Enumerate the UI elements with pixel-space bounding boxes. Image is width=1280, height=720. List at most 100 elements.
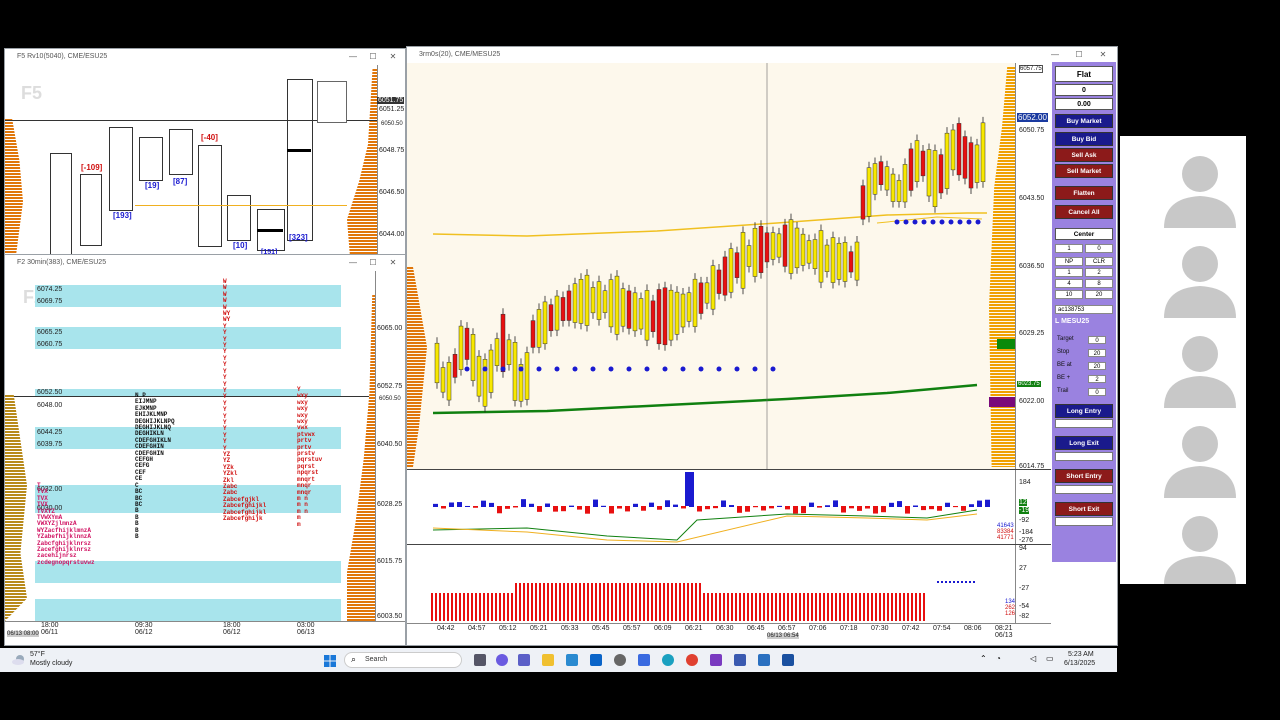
long-entry-dropdown[interactable] (1055, 419, 1113, 428)
volume-bar (771, 593, 773, 621)
volume-bar (807, 593, 809, 621)
qty-preset-button[interactable]: 4 (1055, 279, 1083, 288)
short-entry-dropdown[interactable] (1055, 485, 1113, 494)
account-select[interactable]: ac138753 (1055, 305, 1113, 314)
delta-bar (617, 506, 622, 509)
buy-bid-button[interactable]: Buy Bid (1055, 132, 1113, 146)
level-dot (975, 219, 981, 225)
participant-avatar-icon[interactable] (1156, 140, 1244, 228)
buy-market-button[interactable]: Buy Market (1055, 114, 1113, 128)
candle-body (938, 154, 944, 194)
settings-icon[interactable] (614, 654, 626, 666)
volume-bar (527, 583, 529, 621)
volume-bar (867, 593, 869, 621)
stop-input[interactable]: 20 (1088, 349, 1106, 357)
tpo-profile: N P EIJMNP EJKMNP EHIJKLMNP DEGHIJKLNPQ … (135, 392, 175, 540)
tray-volume-icon[interactable]: ◁ (1030, 654, 1036, 663)
level-dot (957, 219, 963, 225)
short-entry-button[interactable]: Short Entry (1055, 469, 1113, 483)
visual-studio-icon[interactable] (710, 654, 722, 666)
search-box[interactable]: ⌕ Search (344, 652, 462, 668)
file-explorer-icon[interactable] (542, 654, 554, 666)
maximize-button[interactable]: ☐ (365, 49, 381, 65)
tray-battery-icon[interactable]: ▭ (1046, 654, 1054, 663)
close-button[interactable]: ✕ (1095, 47, 1111, 63)
candle-body (626, 290, 632, 329)
close-button[interactable]: ✕ (385, 255, 401, 271)
task-view-icon[interactable] (474, 654, 486, 666)
window-f5-range-chart[interactable]: F5 Rv10(5040), CME/ESU25 — ☐ ✕ F5 [-109]… (4, 48, 406, 256)
participant-avatar-icon[interactable] (1156, 500, 1244, 584)
delta-bar (977, 500, 982, 507)
minimize-button[interactable]: — (345, 255, 361, 271)
delta-label: [323] (289, 233, 308, 242)
qty-preset-button[interactable]: 8 (1085, 279, 1113, 288)
volume-bar (495, 593, 497, 621)
flatten-button[interactable]: Flatten (1055, 186, 1113, 200)
minimize-button[interactable]: — (345, 49, 361, 65)
y-axis-label: 12 (1019, 499, 1027, 506)
participant-avatar-icon[interactable] (1156, 320, 1244, 408)
candle-body (872, 163, 878, 195)
target-input[interactable]: 0 (1088, 336, 1106, 344)
candle-body (950, 129, 956, 171)
sell-ask-button[interactable]: Sell Ask (1055, 148, 1113, 162)
level-dot (921, 219, 927, 225)
np-button[interactable]: NP (1055, 257, 1083, 266)
be-plus-input[interactable]: 2 (1088, 375, 1106, 383)
short-exit-button[interactable]: Short Exit (1055, 502, 1113, 516)
center-button[interactable]: Center (1055, 228, 1113, 240)
cancel-all-button[interactable]: Cancel All (1055, 205, 1113, 219)
app-icon[interactable] (734, 654, 746, 666)
minimize-button[interactable]: — (1047, 47, 1063, 63)
teams-icon[interactable] (518, 654, 530, 666)
long-entry-button[interactable]: Long Entry (1055, 404, 1113, 418)
long-exit-dropdown[interactable] (1055, 452, 1113, 461)
tpo-profile: T TVX TVX TVX TVXYZ TVWXYmA VWXYZjlmnzA … (37, 482, 95, 566)
trail-input[interactable]: 0 (1088, 388, 1106, 396)
tray-network-icon[interactable]: ◔ (996, 654, 1001, 663)
cum-delta-value: 41771 (997, 535, 1014, 541)
qty-preset-button[interactable]: 20 (1085, 290, 1113, 299)
participant-avatar-icon[interactable] (1156, 230, 1244, 318)
sell-market-button[interactable]: Sell Market (1055, 164, 1113, 178)
maximize-button[interactable]: ☐ (365, 255, 381, 271)
maximize-button[interactable]: ☐ (1071, 47, 1087, 63)
copilot-icon[interactable] (496, 654, 508, 666)
outlook-icon[interactable] (590, 654, 602, 666)
candle-body (512, 342, 518, 401)
candle-body (794, 227, 800, 269)
level-dot (554, 366, 560, 372)
candle-body (722, 256, 728, 296)
be-at-input[interactable]: 20 (1088, 362, 1106, 370)
store-icon[interactable] (566, 654, 578, 666)
clock-time[interactable]: 5:23 AM (1068, 651, 1094, 658)
participant-avatar-icon[interactable] (1156, 410, 1244, 498)
app-icon[interactable] (782, 654, 794, 666)
window-main-chart[interactable]: 3rm0s(20), CME/MESU25 — ☐ ✕ 6057.75 6052… (406, 46, 1118, 646)
qty-preset-button[interactable]: 1 (1055, 268, 1083, 277)
clock-date[interactable]: 6/13/2025 (1064, 660, 1095, 667)
candle-body (860, 185, 866, 220)
long-exit-button[interactable]: Long Exit (1055, 436, 1113, 450)
delta-bar (601, 505, 606, 507)
weather-icon[interactable] (12, 653, 26, 665)
close-button[interactable]: ✕ (385, 49, 401, 65)
app-icon[interactable] (758, 654, 770, 666)
short-exit-dropdown[interactable] (1055, 517, 1113, 526)
qty-secondary[interactable]: 0 (1085, 244, 1113, 253)
candle-body (452, 354, 458, 378)
position-pnl: 0.00 (1055, 98, 1113, 110)
volume-bar (499, 593, 501, 621)
clr-button[interactable]: CLR (1085, 257, 1113, 266)
tray-chevron-icon[interactable]: ⌃ (980, 654, 987, 663)
chrome-icon[interactable] (686, 654, 698, 666)
qty-preset-button[interactable]: 2 (1085, 268, 1113, 277)
start-icon[interactable] (324, 654, 336, 667)
qty-preset-button[interactable]: 10 (1055, 290, 1083, 299)
window-title: 3rm0s(20), CME/MESU25 (407, 47, 1117, 63)
window-f2-30min-tpo[interactable]: F2 30min(383), CME/ESU25 — ☐ ✕ F2 6074.2… (4, 254, 406, 646)
terminal-icon[interactable] (638, 654, 650, 666)
edge-icon[interactable] (662, 654, 674, 666)
qty-input[interactable]: 1 (1055, 244, 1083, 253)
